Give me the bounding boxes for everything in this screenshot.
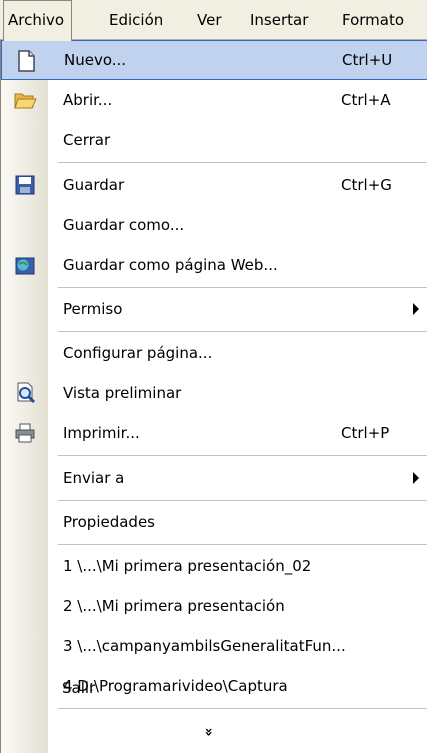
save-disk-icon [15,175,35,195]
menubar-formato[interactable]: Formato [342,0,404,40]
menu-item-shortcut: Ctrl+G [341,176,392,194]
menu-item-permiso[interactable]: Permiso [1,289,427,329]
menubar-ver[interactable]: Ver [197,0,222,40]
new-document-icon [18,50,35,72]
submenu-arrow-icon [413,303,419,315]
menu-item-label: Guardar [63,176,125,194]
menu-bar: Archivo Edición Ver Insertar Formato [0,0,427,41]
printer-icon [15,423,35,443]
menu-item-label: 2 \...\Mi primera presentación [63,597,285,615]
double-chevron-down-icon: » [200,727,217,737]
menu-item-recent-1[interactable]: 1 \...\Mi primera presentación_02 [1,546,427,586]
menu-separator [58,544,427,545]
menu-item-guardar[interactable]: Guardar Ctrl+G [1,165,427,205]
menu-item-configurar-pagina[interactable]: Configurar página... [1,333,427,373]
menu-item-label: Guardar como página Web... [63,256,278,274]
menu-item-salir[interactable]: Salir [0,668,427,708]
menu-item-label: Abrir... [63,91,113,109]
menubar-edicion[interactable]: Edición [109,0,163,40]
menu-separator [58,455,427,456]
menu-item-propiedades[interactable]: Propiedades [1,502,427,542]
menu-item-guardar-como[interactable]: Guardar como... [1,205,427,245]
open-folder-icon [14,93,37,109]
menu-item-label: Nuevo... [64,51,127,69]
print-preview-icon [17,382,36,404]
save-web-icon [15,257,35,275]
menu-item-enviar-a[interactable]: Enviar a [1,458,427,498]
menu-item-label: 3 \...\campanyambilsGeneralitatFun... [63,637,346,655]
menubar-insertar[interactable]: Insertar [250,0,308,40]
expand-menu-chevron[interactable]: » [0,712,427,752]
menu-item-label: Imprimir... [63,424,140,442]
menu-item-cerrar[interactable]: Cerrar [1,120,427,160]
menubar-archivo[interactable]: Archivo [3,0,73,41]
menu-item-nuevo[interactable]: Nuevo... Ctrl+U [1,40,427,80]
menu-item-label: Salir [62,679,96,697]
menu-item-label: Permiso [63,300,123,318]
menu-separator [58,162,427,163]
submenu-arrow-icon [413,472,419,484]
menu-item-label: 1 \...\Mi primera presentación_02 [63,557,312,575]
menu-item-shortcut: Ctrl+P [341,424,390,442]
archivo-dropdown-menu: Nuevo... Ctrl+U Abrir... Ctrl+A Cerrar G… [0,40,427,753]
menu-item-shortcut: Ctrl+A [341,91,391,109]
menu-item-recent-3[interactable]: 3 \...\campanyambilsGeneralitatFun... [1,626,427,666]
menu-item-abrir[interactable]: Abrir... Ctrl+A [1,80,427,120]
menu-item-shortcut: Ctrl+U [342,51,393,69]
menu-item-label: Vista preliminar [63,384,182,402]
menu-item-imprimir[interactable]: Imprimir... Ctrl+P [1,413,427,453]
menu-separator [58,287,427,288]
menu-item-guardar-web[interactable]: Guardar como página Web... [1,245,427,285]
menu-item-label: Propiedades [63,513,155,531]
menu-separator [58,331,427,332]
menu-separator [58,500,427,501]
menu-item-label: Cerrar [63,131,111,149]
menu-item-label: Enviar a [63,469,125,487]
menu-item-label: Guardar como... [63,216,185,234]
menu-item-label: Configurar página... [63,344,213,362]
menu-item-recent-2[interactable]: 2 \...\Mi primera presentación [1,586,427,626]
menu-item-vista-preliminar[interactable]: Vista preliminar [1,373,427,413]
